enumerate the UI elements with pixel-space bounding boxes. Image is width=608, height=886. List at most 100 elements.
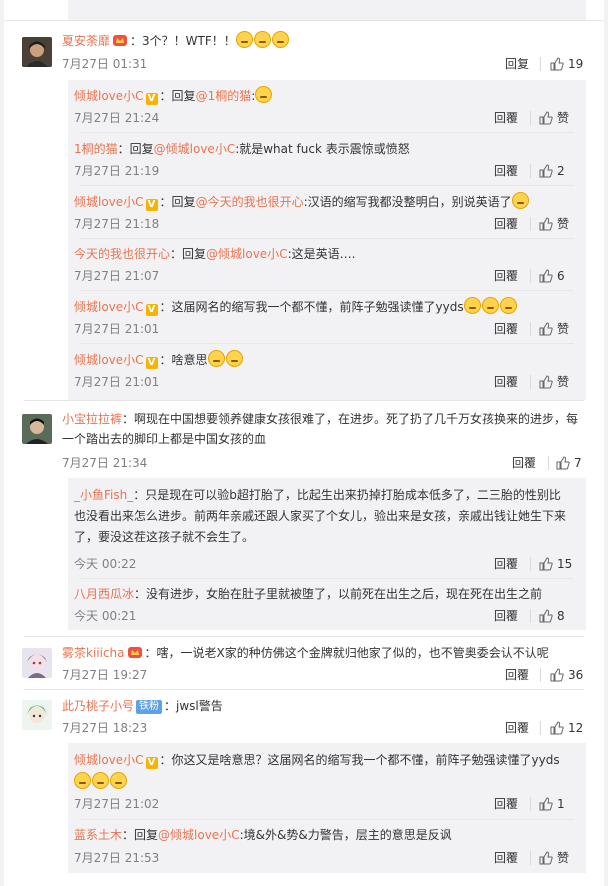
- reply-body: 八月西瓜冰：没有进步，女胎在肚子里就被堕了，以前死在出生之后，现在死在出生之前: [74, 584, 542, 604]
- reply-button[interactable]: 回覆: [494, 608, 518, 624]
- comment-text: ：3个？！WTF！！: [130, 34, 236, 48]
- reply-text: :就是what fuck 表示震惊或愤怒: [235, 142, 410, 156]
- thumbs-up-icon: [539, 322, 553, 336]
- reply-text: :汉语的缩写我都没整明白，别说英语了: [303, 195, 512, 209]
- reply-button[interactable]: 回覆: [494, 796, 518, 812]
- reply-time: 7月27日 21:01: [74, 375, 160, 389]
- mention-link[interactable]: @倾城love小C: [154, 142, 236, 156]
- reply-author[interactable]: 倾城love小C: [74, 195, 144, 209]
- thumbs-up-icon: [539, 557, 553, 571]
- like-button[interactable]: 赞: [539, 850, 569, 866]
- reply-prefix: ：回复: [159, 89, 196, 103]
- comment-text: ：啊现在中国想要领养健康女孩很难了，在进步。死了扔了几千万女孩换来的进步，每: [122, 412, 579, 426]
- divider: [540, 57, 541, 71]
- reply-author[interactable]: 倾城love小C: [74, 89, 144, 103]
- emoji-icon: [511, 192, 529, 209]
- previous-reply-box: [68, 0, 586, 20]
- divider: [530, 217, 531, 231]
- mention-link[interactable]: @倾城love小C: [206, 247, 288, 261]
- reply-button[interactable]: 回覆: [494, 163, 518, 179]
- reply-body: 倾城love小C V ：回复@1桐的猫:: [74, 86, 273, 106]
- comment-time: 7月27日 19:27: [62, 668, 148, 682]
- avatar[interactable]: [22, 37, 52, 67]
- comment-body: 雾茶kiiicha ：嗐，一说老X家的种仿佛这个金牌就归他家了似的，也不管奥委会认…: [62, 643, 549, 663]
- like-button[interactable]: 36: [550, 667, 583, 683]
- reply-button[interactable]: 回覆: [494, 216, 518, 232]
- like-button[interactable]: 赞: [539, 110, 569, 126]
- divider: [530, 557, 531, 571]
- reply-text: 了，要没这茬这孩子就不会生了。: [74, 530, 255, 544]
- avatar[interactable]: [22, 700, 52, 730]
- like-button[interactable]: 12: [550, 720, 583, 736]
- comment-author[interactable]: 夏安荼靡: [62, 34, 110, 48]
- reply-body: 倾城love小C V ：回复@今天的我也很开心:汉语的缩写我都没整明白，别说英语了: [74, 192, 530, 212]
- like-button[interactable]: 2: [539, 163, 565, 179]
- avatar[interactable]: [22, 648, 52, 678]
- avatar[interactable]: [22, 414, 52, 444]
- reply-time: 今天 00:21: [74, 609, 137, 623]
- reply-button[interactable]: 回覆: [505, 720, 529, 736]
- like-button[interactable]: 1: [539, 796, 565, 812]
- reply-author[interactable]: 倾城love小C: [74, 353, 144, 367]
- mention-link[interactable]: @1桐的猫: [196, 89, 252, 103]
- reply-author[interactable]: 今天的我也很开心: [74, 247, 170, 261]
- reply-button[interactable]: 回覆: [494, 374, 518, 390]
- like-button[interactable]: 8: [539, 608, 565, 624]
- like-count: 8: [557, 609, 565, 623]
- like-count: 6: [557, 269, 565, 283]
- mention-link[interactable]: @今天的我也很开心: [196, 195, 304, 209]
- comment-body: 夏安荼靡 ：3个？！WTF！！: [62, 31, 290, 51]
- reply-author[interactable]: 八月西瓜冰: [74, 587, 134, 601]
- divider: [540, 668, 541, 682]
- reply-time: 今天 00:22: [74, 557, 137, 571]
- divider: [80, 290, 574, 291]
- reply-button[interactable]: 回覆: [505, 667, 529, 683]
- divider: [530, 111, 531, 125]
- reply-text: 也没看出来怎么进步。前两年亲戚还跟人家买了个女儿，验出来是女孩，亲戚出钱让她生下…: [74, 509, 567, 523]
- comment-author[interactable]: 此乃桃子小号: [62, 699, 134, 713]
- thumbs-up-icon: [539, 375, 553, 389]
- comment-author[interactable]: 雾茶kiiicha: [62, 646, 125, 660]
- reply-author[interactable]: 蓝系土木: [74, 828, 122, 842]
- like-button[interactable]: 19: [550, 56, 583, 72]
- comment-author[interactable]: 小宝拉拉裤: [62, 412, 122, 426]
- reply-body: 今天的我也很开心：回复@倾城love小C:这是英语….: [74, 244, 355, 264]
- reply-author[interactable]: 倾城love小C: [74, 300, 144, 314]
- emoji-icon: [92, 772, 109, 789]
- reply-button[interactable]: 回覆: [494, 110, 518, 126]
- like-count: 19: [568, 57, 584, 71]
- reply-button[interactable]: 回覆: [494, 321, 518, 337]
- divider: [4, 20, 604, 21]
- like-button[interactable]: 15: [539, 556, 572, 572]
- emoji-icon: [463, 297, 481, 314]
- mention-link[interactable]: @倾城love小C: [158, 828, 240, 842]
- like-button[interactable]: 6: [539, 268, 565, 284]
- reply-button[interactable]: 回覆: [494, 268, 518, 284]
- thumbs-up-icon: [550, 57, 564, 71]
- like-button[interactable]: 赞: [539, 374, 569, 390]
- reply-text: ：只是现在可以验b超打胎了，比起生出来扔掉打胎成本低多了，二三胎的性别比: [133, 488, 561, 502]
- like-count: 15: [557, 557, 573, 571]
- thumbs-up-icon: [539, 851, 553, 865]
- divider: [530, 375, 531, 389]
- like-button[interactable]: 赞: [539, 216, 569, 232]
- thumbs-up-icon: [556, 456, 570, 470]
- reply-button[interactable]: 回覆: [494, 556, 518, 572]
- thumbs-up-icon: [539, 111, 553, 125]
- thumbs-up-icon: [539, 164, 553, 178]
- reply-body: 蓝系土木：回复@倾城love小C:境&外&势&力警告，层主的意思是反讽: [74, 825, 452, 845]
- reply-button[interactable]: 回覆: [512, 455, 536, 471]
- thumbs-up-icon: [539, 797, 553, 811]
- reply-button[interactable]: 回覆: [494, 850, 518, 866]
- thumbs-up-icon: [550, 668, 564, 682]
- reply-author[interactable]: 1桐的猫: [74, 142, 118, 156]
- reply-button[interactable]: 回复: [505, 56, 529, 72]
- divider: [530, 322, 531, 336]
- reply-author[interactable]: 倾城love小C: [74, 753, 144, 767]
- comment-text: 一个踏出去的脚印上都是中国女孩的血: [62, 432, 267, 446]
- like-button[interactable]: 赞: [539, 321, 569, 337]
- like-button[interactable]: 7: [556, 455, 582, 471]
- v-badge-icon: V: [145, 357, 158, 369]
- emoji-icon: [271, 31, 289, 48]
- reply-author[interactable]: _小鱼Fish_: [74, 488, 133, 502]
